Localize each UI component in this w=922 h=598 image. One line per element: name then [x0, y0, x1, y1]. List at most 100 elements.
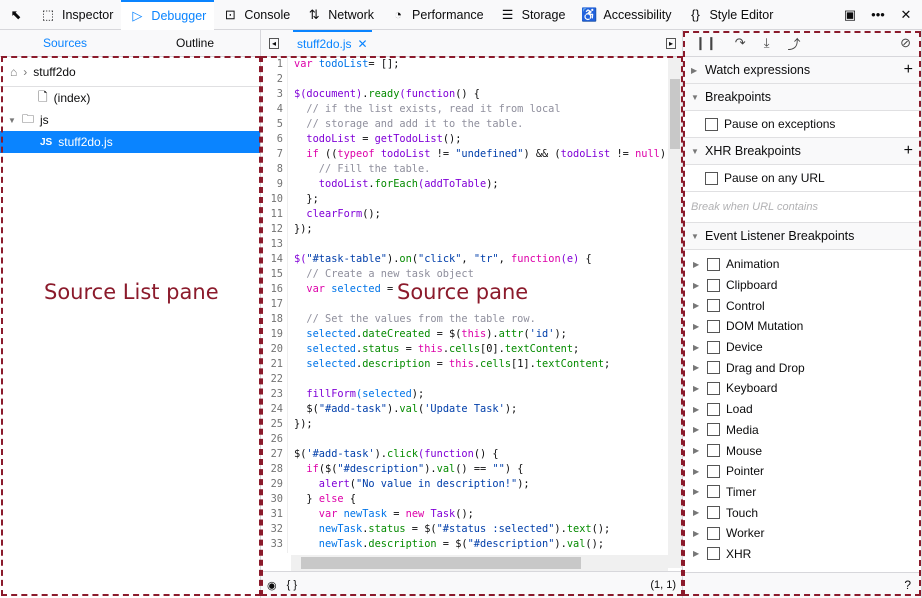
event-breakpoint-clipboard[interactable]: ▶ Clipboard: [683, 275, 921, 296]
line-number[interactable]: 18: [261, 312, 288, 327]
checkbox[interactable]: [707, 423, 720, 437]
code-line[interactable]: 11 clearForm ();: [261, 207, 682, 222]
line-number[interactable]: 2: [261, 72, 288, 87]
tab-performance[interactable]: ◔ Performance: [382, 0, 492, 30]
pretty-print-button[interactable]: { }: [287, 579, 297, 591]
event-breakpoint-touch[interactable]: ▶ Touch: [683, 502, 921, 523]
line-number[interactable]: 21: [261, 357, 288, 372]
pause-on-any-url-checkbox[interactable]: Pause on any URL: [683, 165, 921, 192]
code-line[interactable]: 10 };: [261, 192, 682, 207]
step-in-icon[interactable]: ⤓: [764, 35, 770, 51]
tree-item-index[interactable]: 🗋 (index): [0, 87, 260, 109]
checkbox[interactable]: [707, 299, 720, 313]
code-line[interactable]: 26: [261, 432, 682, 447]
line-number[interactable]: 14: [261, 252, 288, 267]
line-number[interactable]: 23: [261, 387, 288, 402]
expand-arrow-icon[interactable]: ▶: [693, 384, 701, 393]
tab-storage[interactable]: ☰ Storage: [492, 0, 574, 30]
tab-outline[interactable]: Outline: [130, 36, 260, 50]
line-number[interactable]: 8: [261, 162, 288, 177]
tab-accessibility[interactable]: ♿ Accessibility: [573, 0, 679, 30]
pause-on-exceptions-checkbox[interactable]: Pause on exceptions: [683, 111, 921, 138]
url-contains-input[interactable]: Break when URL contains: [683, 192, 921, 223]
event-breakpoint-mouse[interactable]: ▶ Mouse: [683, 440, 921, 461]
code-line[interactable]: 18 // Set the values from the table row.: [261, 312, 682, 327]
expand-arrow-icon[interactable]: ▶: [693, 343, 701, 352]
code-line[interactable]: 28 if ($("#description"). val() == "") {: [261, 462, 682, 477]
watch-expressions-header[interactable]: ▶ Watch expressions +: [683, 57, 921, 84]
event-breakpoint-keyboard[interactable]: ▶ Keyboard: [683, 378, 921, 399]
xhr-breakpoints-header[interactable]: ▼ XHR Breakpoints +: [683, 138, 921, 165]
line-number[interactable]: 34: [261, 552, 288, 553]
code-line[interactable]: 30 } else {: [261, 492, 682, 507]
line-number[interactable]: 7: [261, 147, 288, 162]
code-line[interactable]: 23 fillForm (selected);: [261, 387, 682, 402]
dock-options-icon[interactable]: ▣: [842, 7, 858, 23]
code-line[interactable]: 2: [261, 72, 682, 87]
event-breakpoint-load[interactable]: ▶ Load: [683, 399, 921, 420]
code-line[interactable]: 12});: [261, 222, 682, 237]
line-number[interactable]: 10: [261, 192, 288, 207]
line-number[interactable]: 26: [261, 432, 288, 447]
checkbox[interactable]: [705, 171, 718, 185]
code-line[interactable]: 9 todoList. forEach (addToTable);: [261, 177, 682, 192]
line-number[interactable]: 3: [261, 87, 288, 102]
code-line[interactable]: 3 $(document). ready (function() {: [261, 87, 682, 102]
eye-icon[interactable]: ◉: [267, 579, 277, 592]
code-line[interactable]: 27 $('#add-task'). click (function() {: [261, 447, 682, 462]
tab-style-editor[interactable]: {} Style Editor: [679, 0, 781, 30]
editor-tab-stuff2do[interactable]: stuff2do.js ✕: [293, 29, 372, 57]
line-number[interactable]: 19: [261, 327, 288, 342]
line-number[interactable]: 12: [261, 222, 288, 237]
checkbox[interactable]: [707, 257, 720, 271]
event-breakpoint-dom-mutation[interactable]: ▶ DOM Mutation: [683, 316, 921, 337]
deactivate-breakpoints-icon[interactable]: ⊘: [900, 35, 911, 51]
line-number[interactable]: 15: [261, 267, 288, 282]
code-line[interactable]: 19 selected. dateCreated = $(this). attr('…: [261, 327, 682, 342]
expand-arrow-icon[interactable]: ▶: [693, 529, 701, 538]
line-number[interactable]: 27: [261, 447, 288, 462]
code-line[interactable]: 7 if ((typeof todoList != "undefined") &…: [261, 147, 682, 162]
close-tab-icon[interactable]: ✕: [358, 37, 368, 51]
expand-arrow-icon[interactable]: ▶: [693, 487, 701, 496]
step-over-icon[interactable]: ↷: [735, 35, 746, 51]
expand-arrow-icon[interactable]: ▶: [693, 301, 701, 310]
code-line[interactable]: 20 selected. status = this. cells [0]. textC…: [261, 342, 682, 357]
event-breakpoint-pointer[interactable]: ▶ Pointer: [683, 461, 921, 482]
line-number[interactable]: 5: [261, 117, 288, 132]
line-number[interactable]: 6: [261, 132, 288, 147]
checkbox[interactable]: [707, 319, 720, 333]
step-out-icon[interactable]: ⤴: [787, 34, 800, 53]
event-breakpoint-device[interactable]: ▶ Device: [683, 337, 921, 358]
line-number[interactable]: 16: [261, 282, 288, 297]
line-number[interactable]: 17: [261, 297, 288, 312]
event-breakpoint-control[interactable]: ▶ Control: [683, 295, 921, 316]
code-line[interactable]: 25});: [261, 417, 682, 432]
code-line[interactable]: 4 // if the list exists, read it from lo…: [261, 102, 682, 117]
line-number[interactable]: 4: [261, 102, 288, 117]
code-line[interactable]: 13: [261, 237, 682, 252]
line-number[interactable]: 24: [261, 402, 288, 417]
checkbox[interactable]: [707, 444, 720, 458]
more-options-icon[interactable]: •••: [870, 7, 886, 23]
toggle-sidebar-icon[interactable]: ▸: [665, 37, 676, 49]
code-line[interactable]: 29 alert("No value in description!");: [261, 477, 682, 492]
checkbox[interactable]: [705, 117, 718, 131]
checkbox[interactable]: [707, 402, 720, 416]
code-line[interactable]: 32 newTask. status = $("#status :selected…: [261, 522, 682, 537]
line-number[interactable]: 11: [261, 207, 288, 222]
code-line[interactable]: 22: [261, 372, 682, 387]
checkbox[interactable]: [707, 506, 720, 520]
tab-sources[interactable]: Sources: [0, 36, 130, 50]
code-line[interactable]: 5 // storage and add it to the table.: [261, 117, 682, 132]
checkbox[interactable]: [707, 381, 720, 395]
expand-arrow-icon[interactable]: ▶: [693, 281, 701, 290]
line-number[interactable]: 29: [261, 477, 288, 492]
line-number[interactable]: 22: [261, 372, 288, 387]
line-number[interactable]: 9: [261, 177, 288, 192]
checkbox[interactable]: [707, 547, 720, 561]
line-number[interactable]: 1: [261, 57, 288, 72]
code-line[interactable]: 34: [261, 552, 682, 553]
expand-arrow-icon[interactable]: ▶: [693, 508, 701, 517]
pause-icon[interactable]: ❙❙: [695, 35, 717, 51]
